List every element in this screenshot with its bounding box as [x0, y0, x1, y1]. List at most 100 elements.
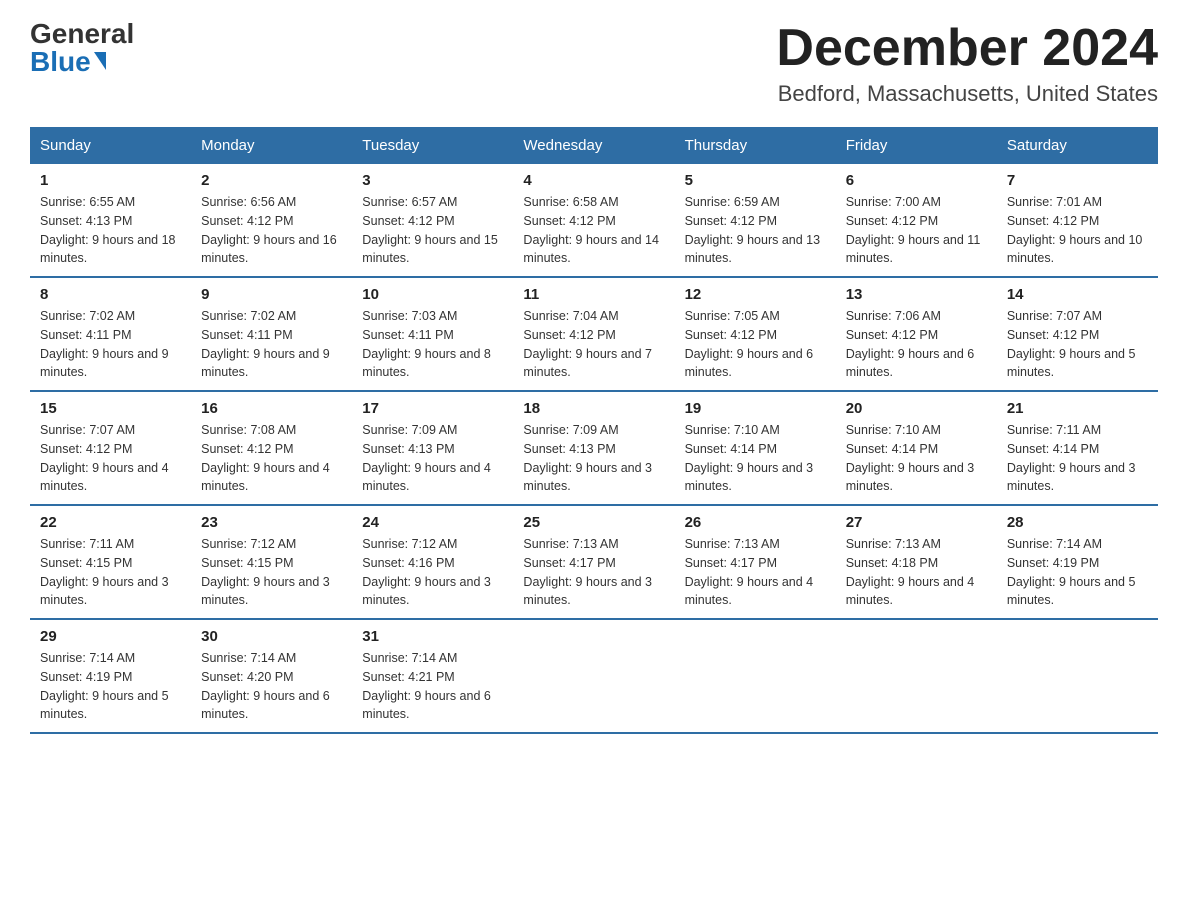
day-number: 9: [201, 286, 342, 303]
calendar-cell: 8 Sunrise: 7:02 AMSunset: 4:11 PMDaylight…: [30, 277, 191, 391]
calendar-cell: 23 Sunrise: 7:12 AMSunset: 4:15 PMDayligh…: [191, 505, 352, 619]
day-info: Sunrise: 7:02 AMSunset: 4:11 PMDaylight:…: [40, 307, 181, 382]
day-info: Sunrise: 7:13 AMSunset: 4:18 PMDaylight:…: [846, 535, 987, 610]
calendar-cell: [675, 619, 836, 733]
day-number: 23: [201, 514, 342, 531]
day-number: 27: [846, 514, 987, 531]
day-info: Sunrise: 7:03 AMSunset: 4:11 PMDaylight:…: [362, 307, 503, 382]
calendar-cell: 24 Sunrise: 7:12 AMSunset: 4:16 PMDayligh…: [352, 505, 513, 619]
calendar-cell: 10Sunrise: 7:03 AMSunset: 4:11 PMDayligh…: [352, 277, 513, 391]
calendar-cell: 21Sunrise: 7:11 AMSunset: 4:14 PMDayligh…: [997, 391, 1158, 505]
calendar-cell: [513, 619, 674, 733]
day-number: 12: [685, 286, 826, 303]
day-number: 21: [1007, 400, 1148, 417]
logo-general-text: General: [30, 20, 134, 48]
day-info: Sunrise: 7:00 AMSunset: 4:12 PMDaylight:…: [846, 193, 987, 268]
calendar-cell: 30 Sunrise: 7:14 AMSunset: 4:20 PMDayligh…: [191, 619, 352, 733]
day-info: Sunrise: 7:14 AMSunset: 4:19 PMDaylight:…: [1007, 535, 1148, 610]
day-info: Sunrise: 7:09 AMSunset: 4:13 PMDaylight:…: [523, 421, 664, 496]
day-info: Sunrise: 6:59 AMSunset: 4:12 PMDaylight:…: [685, 193, 826, 268]
day-info: Sunrise: 6:56 AMSunset: 4:12 PMDaylight:…: [201, 193, 342, 268]
day-number: 7: [1007, 172, 1148, 189]
day-number: 26: [685, 514, 826, 531]
day-number: 4: [523, 172, 664, 189]
calendar-cell: 28 Sunrise: 7:14 AMSunset: 4:19 PMDayligh…: [997, 505, 1158, 619]
calendar-cell: 2 Sunrise: 6:56 AMSunset: 4:12 PMDaylight…: [191, 164, 352, 277]
day-info: Sunrise: 7:10 AMSunset: 4:14 PMDaylight:…: [846, 421, 987, 496]
location-title: Bedford, Massachusetts, United States: [776, 81, 1158, 107]
day-number: 17: [362, 400, 503, 417]
day-info: Sunrise: 6:58 AMSunset: 4:12 PMDaylight:…: [523, 193, 664, 268]
day-number: 18: [523, 400, 664, 417]
day-info: Sunrise: 7:07 AMSunset: 4:12 PMDaylight:…: [1007, 307, 1148, 382]
calendar-cell: 19 Sunrise: 7:10 AMSunset: 4:14 PMDayligh…: [675, 391, 836, 505]
calendar-cell: 25 Sunrise: 7:13 AMSunset: 4:17 PMDayligh…: [513, 505, 674, 619]
day-number: 22: [40, 514, 181, 531]
day-number: 1: [40, 172, 181, 189]
day-number: 28: [1007, 514, 1148, 531]
logo-blue-text: Blue: [30, 48, 91, 76]
calendar-cell: 6Sunrise: 7:00 AMSunset: 4:12 PMDaylight…: [836, 164, 997, 277]
weekday-header-tuesday: Tuesday: [352, 127, 513, 164]
calendar-cell: [997, 619, 1158, 733]
calendar-cell: 16 Sunrise: 7:08 AMSunset: 4:12 PMDayligh…: [191, 391, 352, 505]
day-info: Sunrise: 7:13 AMSunset: 4:17 PMDaylight:…: [685, 535, 826, 610]
day-number: 15: [40, 400, 181, 417]
day-number: 13: [846, 286, 987, 303]
day-number: 29: [40, 628, 181, 645]
day-number: 20: [846, 400, 987, 417]
calendar-cell: 13Sunrise: 7:06 AMSunset: 4:12 PMDayligh…: [836, 277, 997, 391]
calendar-cell: 4 Sunrise: 6:58 AMSunset: 4:12 PMDaylight…: [513, 164, 674, 277]
calendar-cell: 20 Sunrise: 7:10 AMSunset: 4:14 PMDayligh…: [836, 391, 997, 505]
weekday-header-friday: Friday: [836, 127, 997, 164]
day-info: Sunrise: 7:14 AMSunset: 4:21 PMDaylight:…: [362, 649, 503, 724]
day-number: 11: [523, 286, 664, 303]
weekday-header-monday: Monday: [191, 127, 352, 164]
weekday-header-saturday: Saturday: [997, 127, 1158, 164]
calendar-week-row: 29 Sunrise: 7:14 AMSunset: 4:19 PMDayligh…: [30, 619, 1158, 733]
weekday-header-sunday: Sunday: [30, 127, 191, 164]
day-info: Sunrise: 7:12 AMSunset: 4:15 PMDaylight:…: [201, 535, 342, 610]
calendar-cell: 18 Sunrise: 7:09 AMSunset: 4:13 PMDayligh…: [513, 391, 674, 505]
calendar-week-row: 8 Sunrise: 7:02 AMSunset: 4:11 PMDaylight…: [30, 277, 1158, 391]
day-info: Sunrise: 6:57 AMSunset: 4:12 PMDaylight:…: [362, 193, 503, 268]
day-info: Sunrise: 7:10 AMSunset: 4:14 PMDaylight:…: [685, 421, 826, 496]
calendar-cell: 14Sunrise: 7:07 AMSunset: 4:12 PMDayligh…: [997, 277, 1158, 391]
day-number: 3: [362, 172, 503, 189]
day-info: Sunrise: 7:11 AMSunset: 4:15 PMDaylight:…: [40, 535, 181, 610]
calendar-cell: 11 Sunrise: 7:04 AMSunset: 4:12 PMDayligh…: [513, 277, 674, 391]
logo-triangle-icon: [94, 52, 106, 70]
day-info: Sunrise: 7:14 AMSunset: 4:20 PMDaylight:…: [201, 649, 342, 724]
day-number: 8: [40, 286, 181, 303]
calendar-cell: 29 Sunrise: 7:14 AMSunset: 4:19 PMDayligh…: [30, 619, 191, 733]
calendar-cell: [836, 619, 997, 733]
day-number: 2: [201, 172, 342, 189]
title-section: December 2024 Bedford, Massachusetts, Un…: [776, 20, 1158, 107]
day-info: Sunrise: 7:12 AMSunset: 4:16 PMDaylight:…: [362, 535, 503, 610]
weekday-header-row: SundayMondayTuesdayWednesdayThursdayFrid…: [30, 127, 1158, 164]
day-info: Sunrise: 7:08 AMSunset: 4:12 PMDaylight:…: [201, 421, 342, 496]
calendar-week-row: 15 Sunrise: 7:07 AMSunset: 4:12 PMDayligh…: [30, 391, 1158, 505]
calendar-cell: 7Sunrise: 7:01 AMSunset: 4:12 PMDaylight…: [997, 164, 1158, 277]
day-info: Sunrise: 7:07 AMSunset: 4:12 PMDaylight:…: [40, 421, 181, 496]
weekday-header-wednesday: Wednesday: [513, 127, 674, 164]
day-number: 16: [201, 400, 342, 417]
calendar-cell: 9Sunrise: 7:02 AMSunset: 4:11 PMDaylight…: [191, 277, 352, 391]
calendar-cell: 27 Sunrise: 7:13 AMSunset: 4:18 PMDayligh…: [836, 505, 997, 619]
month-title: December 2024: [776, 20, 1158, 77]
calendar-cell: 1Sunrise: 6:55 AMSunset: 4:13 PMDaylight…: [30, 164, 191, 277]
day-number: 30: [201, 628, 342, 645]
calendar-cell: 31 Sunrise: 7:14 AMSunset: 4:21 PMDayligh…: [352, 619, 513, 733]
day-number: 25: [523, 514, 664, 531]
calendar-cell: 26 Sunrise: 7:13 AMSunset: 4:17 PMDayligh…: [675, 505, 836, 619]
calendar-table: SundayMondayTuesdayWednesdayThursdayFrid…: [30, 127, 1158, 734]
calendar-cell: 17Sunrise: 7:09 AMSunset: 4:13 PMDayligh…: [352, 391, 513, 505]
day-number: 31: [362, 628, 503, 645]
day-number: 24: [362, 514, 503, 531]
day-info: Sunrise: 7:14 AMSunset: 4:19 PMDaylight:…: [40, 649, 181, 724]
page-header: General Blue December 2024 Bedford, Mass…: [30, 20, 1158, 107]
day-number: 19: [685, 400, 826, 417]
day-info: Sunrise: 7:04 AMSunset: 4:12 PMDaylight:…: [523, 307, 664, 382]
day-info: Sunrise: 7:13 AMSunset: 4:17 PMDaylight:…: [523, 535, 664, 610]
calendar-cell: 5Sunrise: 6:59 AMSunset: 4:12 PMDaylight…: [675, 164, 836, 277]
